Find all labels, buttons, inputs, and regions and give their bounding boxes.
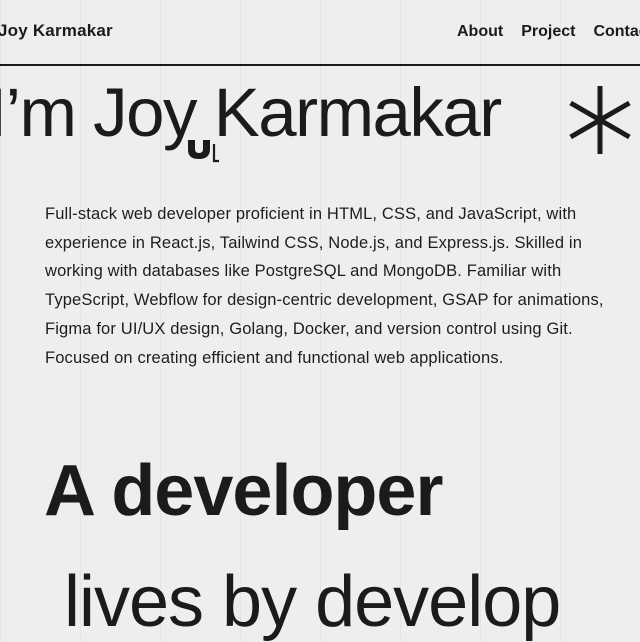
tagline-line-1: A developer bbox=[44, 451, 443, 531]
nav-link-about[interactable]: About bbox=[457, 23, 503, 41]
cursor-icon bbox=[186, 137, 222, 168]
hero-title: I’m Joy Karmakar bbox=[0, 74, 502, 151]
asterisk-icon bbox=[560, 80, 640, 165]
nav-link-contact[interactable]: Contact bbox=[593, 23, 640, 41]
nav-links: About Project Contact bbox=[457, 23, 640, 41]
brand-name[interactable]: Joy Karmakar bbox=[0, 21, 113, 41]
tagline-line-2: lives by develop bbox=[64, 562, 561, 642]
bio-paragraph: Full-stack web developer proficient in H… bbox=[45, 205, 604, 367]
nav-link-project[interactable]: Project bbox=[521, 23, 575, 41]
top-navigation: Joy Karmakar About Project Contact bbox=[0, 0, 640, 66]
